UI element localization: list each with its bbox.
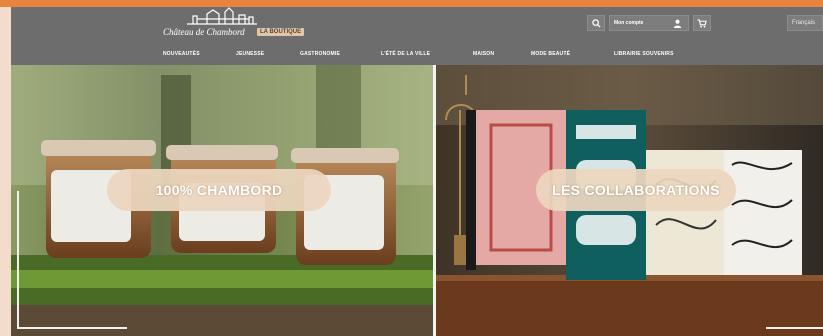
nav-item-mode-beaute[interactable]: MODE BEAUTÉ <box>531 51 570 57</box>
nav-item-maison[interactable]: MAISON <box>473 51 494 57</box>
nav-item-nouveautes[interactable]: NOUVEAUTÉS <box>163 51 200 57</box>
banner-collaborations[interactable]: LES COLLABORATIONS <box>436 65 823 336</box>
user-icon <box>673 19 682 28</box>
castle-logo-icon <box>187 7 257 25</box>
logo-badge: LA BOUTIQUE <box>257 28 305 36</box>
account-button[interactable]: Mon compte <box>609 15 689 31</box>
frame-line <box>17 191 19 329</box>
account-label: Mon compte <box>614 20 644 26</box>
site-header: Château de Chambord LA BOUTIQUE Mon comp… <box>11 7 823 65</box>
banner-chambord[interactable]: 100% CHAMBORD <box>11 65 433 336</box>
logo-text: Château de Chambord <box>163 27 245 37</box>
frame-line <box>766 327 823 329</box>
frame-line <box>17 327 127 329</box>
cart-icon <box>697 18 707 28</box>
nav-item-librairie-souvenirs[interactable]: LIBRAIRIE SOUVENIRS <box>614 51 674 57</box>
main-nav: NOUVEAUTÉS JEUNESSE GASTRONOMIE L'ÉTÉ DE… <box>11 51 823 63</box>
collaborations-button[interactable]: LES COLLABORATIONS <box>536 169 736 211</box>
search-icon <box>591 18 601 28</box>
nav-item-ete-de-la-ville[interactable]: L'ÉTÉ DE LA VILLE <box>381 51 430 57</box>
nav-item-jeunesse[interactable]: JEUNESSE <box>236 51 264 57</box>
cart-button[interactable] <box>693 15 711 31</box>
left-rail <box>0 7 11 336</box>
chambord-button[interactable]: 100% CHAMBORD <box>107 169 331 211</box>
top-accent-bar <box>0 0 823 7</box>
language-selector[interactable]: Français <box>787 15 823 31</box>
site-logo[interactable]: Château de Chambord LA BOUTIQUE <box>161 7 321 45</box>
language-label: Français <box>792 20 816 26</box>
search-button[interactable] <box>587 15 605 31</box>
nav-item-gastronomie[interactable]: GASTRONOMIE <box>300 51 340 57</box>
